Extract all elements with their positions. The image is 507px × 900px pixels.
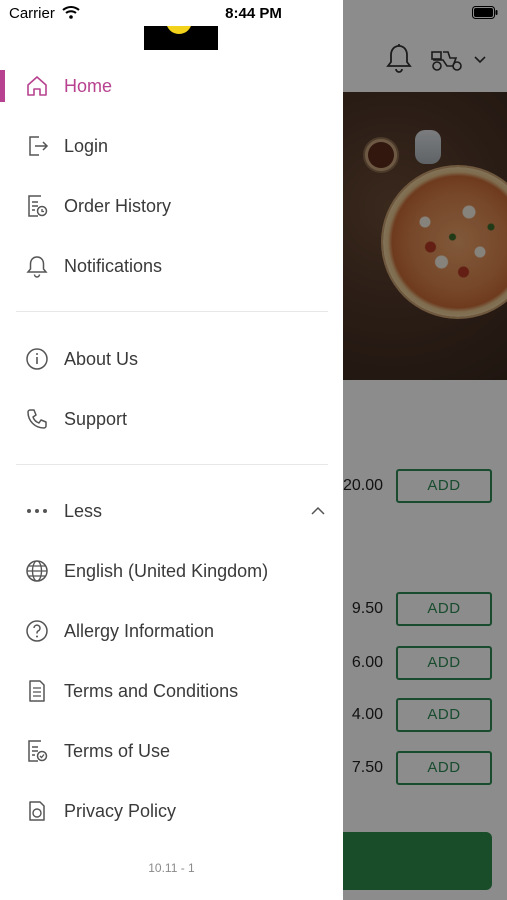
menu-label: English (United Kingdom) — [64, 560, 269, 581]
menu-item-notifications[interactable]: Notifications — [0, 238, 343, 294]
more-dots-icon — [24, 498, 50, 524]
phone-icon — [24, 406, 50, 432]
app-version: 10.11 - 1 — [148, 861, 195, 875]
menu-label: About Us — [64, 348, 139, 369]
info-icon — [24, 346, 50, 372]
menu-item-order-history[interactable]: Order History — [0, 178, 343, 234]
menu-label: Terms of Use — [64, 740, 171, 761]
globe-icon — [24, 558, 50, 584]
menu-label: Order History — [64, 195, 172, 216]
menu-item-terms-conditions[interactable]: Terms and Conditions — [0, 663, 343, 719]
navigation-drawer: Home Login Order History Notifications A… — [0, 0, 343, 900]
menu-item-terms-of-use[interactable]: Terms of Use — [0, 723, 343, 779]
document-icon — [24, 678, 50, 704]
clock: 8:44 PM — [225, 5, 282, 22]
menu-item-privacy-policy[interactable]: Privacy Policy — [0, 783, 343, 839]
login-icon — [24, 133, 50, 159]
brand-logo — [144, 26, 218, 50]
home-icon — [24, 73, 50, 99]
bell-icon — [24, 253, 50, 279]
question-icon — [24, 618, 50, 644]
menu-item-home[interactable]: Home — [0, 58, 343, 114]
chevron-up-icon[interactable] — [309, 505, 327, 517]
menu-item-allergy[interactable]: Allergy Information — [0, 603, 343, 659]
logo-mark — [166, 26, 192, 34]
menu-label: Terms and Conditions — [64, 680, 239, 701]
menu-label: Login — [64, 135, 109, 156]
menu-label: Support — [64, 408, 128, 429]
privacy-icon — [24, 798, 50, 824]
divider — [16, 311, 328, 312]
status-bar: Carrier 8:44 PM — [0, 0, 507, 26]
menu-item-about-us[interactable]: About Us — [0, 331, 343, 387]
menu-item-less[interactable]: Less — [0, 483, 343, 539]
order-history-icon — [24, 193, 50, 219]
menu-label: Less — [64, 500, 103, 521]
menu-item-login[interactable]: Login — [0, 118, 343, 174]
divider — [16, 464, 328, 465]
menu-item-support[interactable]: Support — [0, 391, 343, 447]
menu-item-language[interactable]: English (United Kingdom) — [0, 543, 343, 599]
battery-icon — [472, 6, 498, 19]
menu-label: Allergy Information — [64, 620, 215, 641]
menu-label: Home — [64, 75, 113, 96]
menu-label: Privacy Policy — [64, 800, 177, 821]
menu-label: Notifications — [64, 255, 163, 276]
document-check-icon — [24, 738, 50, 764]
